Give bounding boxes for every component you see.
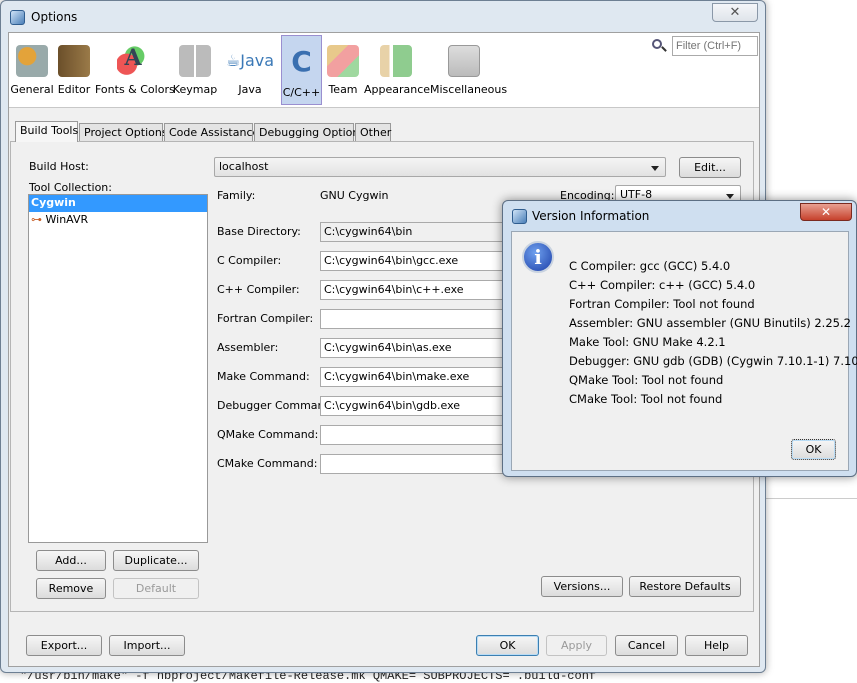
family-label: Family: — [217, 189, 256, 202]
window-title: Options — [31, 10, 78, 24]
version-line: QMake Tool: Tool not found — [569, 373, 724, 387]
tab-code-assistance[interactable]: Code Assistance — [164, 123, 259, 142]
folder-gear-icon — [448, 45, 480, 77]
version-line: Assembler: GNU assembler (GNU Binutils) … — [569, 316, 851, 330]
search-icon-handle — [661, 46, 667, 52]
version-line: Debugger: GNU gdb (GDB) (Cygwin 7.10.1-1… — [569, 354, 857, 368]
book-pencil-icon — [58, 45, 90, 77]
field-label: Debugger Command: — [217, 399, 336, 412]
cpp-icon: C — [291, 45, 312, 78]
dialog-ok-button[interactable]: OK — [791, 439, 836, 460]
restore-defaults-button[interactable]: Restore Defaults — [629, 576, 741, 597]
category-toolbar: General Editor A Fonts & Colors Keymap ☕J… — [9, 33, 759, 108]
field-label: Fortran Compiler: — [217, 312, 314, 325]
field-label: Base Directory: — [217, 225, 301, 238]
info-icon: i — [522, 241, 554, 273]
category-fonts-colors[interactable]: A Fonts & Colors — [95, 35, 175, 105]
apply-button[interactable]: Apply — [546, 635, 607, 656]
version-line: Fortran Compiler: Tool not found — [569, 297, 755, 311]
java-cup-icon: ☕Java — [225, 51, 275, 70]
dialog-content: i C Compiler: gcc (GCC) 5.4.0 C++ Compile… — [511, 231, 857, 471]
version-line: C++ Compiler: c++ (GCC) 5.4.0 — [569, 278, 756, 292]
key-icon: ⊶ — [31, 213, 46, 226]
gear-wrench-icon — [16, 45, 48, 77]
tab-build-tools[interactable]: Build Tools — [15, 121, 78, 142]
category-cpp[interactable]: C C/C++ — [281, 35, 322, 105]
category-keymap[interactable]: Keymap — [172, 35, 218, 105]
version-line: CMake Tool: Tool not found — [569, 392, 723, 406]
field-label: CMake Command: — [217, 457, 318, 470]
app-icon — [10, 10, 25, 25]
build-host-select[interactable]: localhost — [214, 157, 666, 177]
keyboard-keys-icon — [179, 45, 211, 77]
version-line: Make Tool: GNU Make 4.2.1 — [569, 335, 726, 349]
field-label: Assembler: — [217, 341, 279, 354]
versions-button[interactable]: Versions... — [541, 576, 623, 597]
tool-collection-label: Tool Collection: — [29, 181, 112, 194]
layout-icon — [380, 45, 412, 77]
help-button[interactable]: Help — [685, 635, 748, 656]
filter-input[interactable] — [672, 36, 758, 56]
default-button[interactable]: Default — [113, 578, 199, 599]
field-label: C Compiler: — [217, 254, 282, 267]
tool-collection-list[interactable]: Cygwin ⊶ WinAVR — [28, 194, 208, 543]
list-item-cygwin[interactable]: Cygwin — [29, 195, 207, 212]
duplicate-button[interactable]: Duplicate... — [113, 550, 199, 571]
dialog-close-button[interactable]: ✕ — [800, 203, 852, 221]
field-label: QMake Command: — [217, 428, 319, 441]
family-value: GNU Cygwin — [320, 189, 389, 202]
field-label: C++ Compiler: — [217, 283, 300, 296]
version-line: C Compiler: gcc (GCC) 5.4.0 — [569, 259, 731, 273]
build-host-label: Build Host: — [29, 160, 89, 173]
team-cubes-icon — [327, 45, 359, 77]
add-button[interactable]: Add... — [36, 550, 106, 571]
category-editor[interactable]: Editor — [55, 35, 93, 105]
background-panel-line — [766, 498, 857, 499]
category-general[interactable]: General — [9, 35, 55, 105]
version-information-dialog: Version Information ✕ i C Compiler: gcc … — [502, 200, 857, 477]
list-item-winavr[interactable]: ⊶ WinAVR — [29, 212, 207, 229]
dialog-title: Version Information — [532, 209, 650, 223]
tab-debugging-options[interactable]: Debugging Options — [254, 123, 365, 142]
import-button[interactable]: Import... — [109, 635, 185, 656]
category-appearance[interactable]: Appearance — [364, 35, 430, 105]
ok-button[interactable]: OK — [476, 635, 539, 656]
category-team[interactable]: Team — [323, 35, 363, 105]
tab-project-options[interactable]: Project Options — [79, 123, 168, 142]
dialog-app-icon — [512, 209, 527, 224]
remove-button[interactable]: Remove — [36, 578, 106, 599]
edit-button[interactable]: Edit... — [679, 157, 741, 178]
font-a-icon: A — [117, 45, 149, 77]
category-miscellaneous[interactable]: Miscellaneous — [430, 35, 507, 105]
tab-other[interactable]: Other — [355, 123, 391, 142]
cancel-button[interactable]: Cancel — [615, 635, 678, 656]
close-button[interactable]: ✕ — [712, 3, 758, 22]
field-label: Make Command: — [217, 370, 310, 383]
export-button[interactable]: Export... — [26, 635, 102, 656]
category-java[interactable]: ☕Java Java — [221, 35, 279, 105]
